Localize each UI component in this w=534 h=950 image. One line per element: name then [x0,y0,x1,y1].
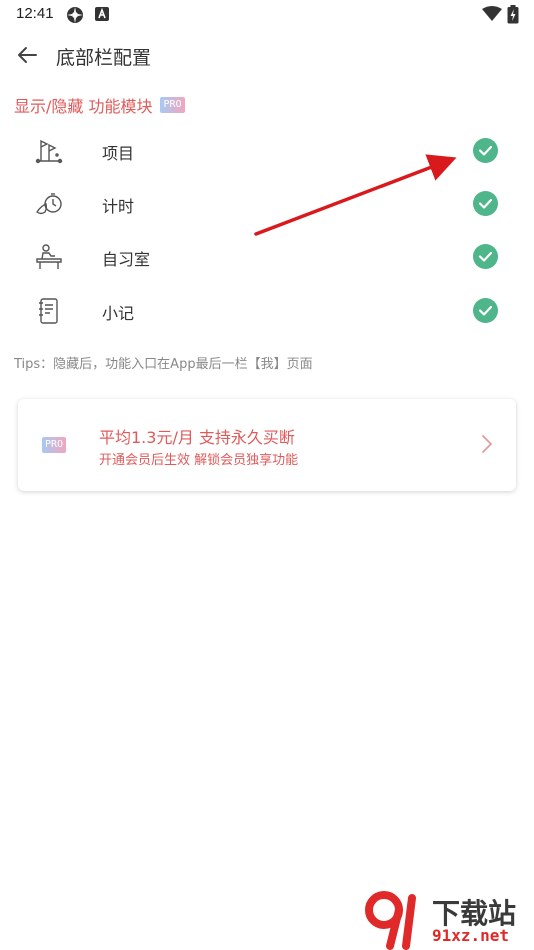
watermark-url: 91xz.net [432,926,510,945]
status-bar: 12:41 [0,0,534,30]
back-button[interactable] [12,40,42,70]
wifi-icon [482,6,502,26]
section-title-text: 显示/隐藏 功能模块 [14,97,153,116]
checkmark-icon[interactable] [473,244,498,269]
module-item-notes[interactable]: 小记 [0,285,534,337]
battery-icon [507,5,519,28]
pro-badge: PRO [42,437,67,453]
chevron-right-icon [480,433,494,455]
pro-badge: PRO [160,97,185,113]
section-title: 显示/隐藏 功能模块 PRO [14,93,185,117]
checkmark-icon[interactable] [473,298,498,323]
promo-card[interactable]: PRO 平均1.3元/月 支持永久买断 开通会员后生效 解锁会员独享功能 [18,399,516,491]
module-label: 自习室 [102,250,151,269]
promo-subtitle: 开通会员后生效 解锁会员独享功能 [99,453,299,468]
arrow-left-icon [12,47,42,74]
page-title: 底部栏配置 [56,47,152,69]
tips-text: Tips：隐藏后，功能入口在App最后一栏【我】页面 [14,357,313,372]
module-label: 项目 [102,144,135,163]
status-time: 12:41 [16,5,54,22]
module-item-timer[interactable]: 计时 [0,178,534,230]
project-flag-icon [33,135,65,167]
settings-icon [66,6,84,28]
checkmark-icon[interactable] [473,191,498,216]
app-bar: 底部栏配置 [0,30,534,80]
a-notification-icon [94,6,110,26]
checkmark-icon[interactable] [473,138,498,163]
watermark-logo: 下载站 91xz.net [362,888,534,950]
module-item-project[interactable]: 项目 [0,125,534,177]
module-label: 计时 [102,197,135,216]
watermark-91-icon [365,891,416,950]
promo-title: 平均1.3元/月 支持永久买断 [99,428,295,447]
module-item-study-room[interactable]: 自习室 [0,231,534,283]
notebook-icon [33,295,65,327]
timer-hand-icon [33,188,65,220]
study-desk-icon [33,241,65,273]
module-label: 小记 [102,304,135,323]
